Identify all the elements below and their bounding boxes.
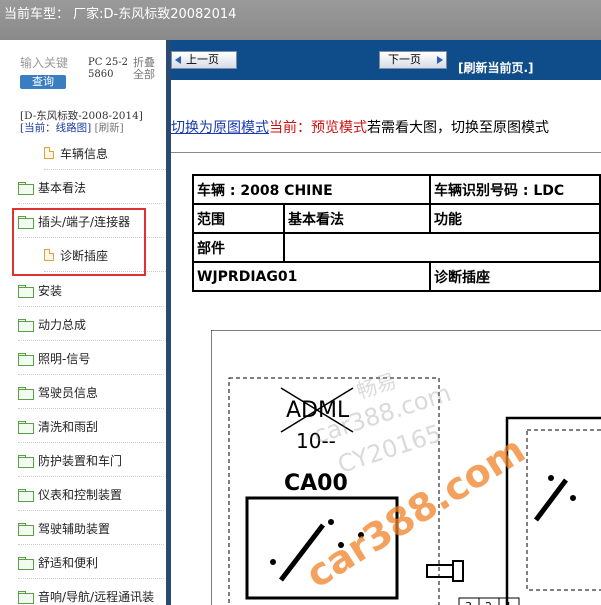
connector-pin bbox=[270, 559, 276, 565]
right-module-box bbox=[505, 416, 601, 605]
tree-current-view[interactable]: [当前：线路图] bbox=[20, 122, 91, 134]
mode-line: 切换为原图模式当前：预览模式若需看大图，切换至原图模式 bbox=[171, 117, 601, 137]
folder-icon bbox=[18, 386, 34, 400]
next-page-button[interactable]: 下一页 bbox=[379, 51, 447, 69]
folder-icon bbox=[18, 420, 34, 434]
connector-pin bbox=[328, 519, 334, 525]
tree-title: [D-东风标致-2008-2014] bbox=[20, 110, 143, 122]
arrow-right-icon bbox=[437, 56, 443, 64]
sub-label: 10-- bbox=[296, 429, 336, 453]
key-head bbox=[452, 560, 464, 582]
function-label-cell: 功能 bbox=[429, 203, 601, 234]
tree-item-label: 照明-信号 bbox=[38, 351, 91, 366]
table-row: 部件 bbox=[192, 232, 601, 263]
part-label-cell: 部件 bbox=[192, 232, 285, 263]
connector-body bbox=[245, 496, 399, 600]
code-name-cell: 诊断插座 bbox=[429, 261, 601, 292]
connector-pin bbox=[570, 495, 576, 501]
prev-page-button[interactable]: 上一页 bbox=[171, 51, 237, 69]
tree-item-label: 车辆信息 bbox=[60, 146, 109, 161]
vin-cell: 车辆识别号码 : LDC bbox=[429, 174, 601, 205]
folder-icon bbox=[18, 454, 34, 468]
search-input[interactable]: 输入关键 bbox=[20, 54, 84, 71]
folder-icon bbox=[18, 318, 34, 332]
connector-pin bbox=[338, 542, 344, 548]
tree-item-audio-nav[interactable]: 音响/导航/远程通讯装 bbox=[18, 586, 164, 605]
part-value-cell bbox=[283, 232, 601, 263]
folder-icon bbox=[18, 590, 34, 604]
tree-item-driving-aids[interactable]: 驾驶辅助装置 bbox=[18, 518, 164, 545]
tree-item-label: 驾驶员信息 bbox=[38, 385, 99, 400]
tree-item-label: 动力总成 bbox=[38, 317, 87, 332]
folder-icon bbox=[18, 556, 34, 570]
code-cell: WJPRDIAG01 bbox=[192, 261, 431, 292]
highlight-box bbox=[12, 208, 146, 276]
sidebar: 输入关键 查询 PC 25-25860 折叠全部 [D-东风标致-2008-20… bbox=[0, 40, 166, 605]
folder-icon bbox=[18, 352, 34, 366]
document-icon bbox=[44, 147, 54, 159]
next-page-label: 下一页 bbox=[388, 53, 421, 66]
info-table: 车辆 : 2008 CHINE 车辆识别号码 : LDC 范围 基本看法 功能 … bbox=[192, 174, 601, 292]
pin-number: 3 bbox=[465, 600, 472, 605]
window-title-bar: 当前车型： 厂家:D-东风标致20082014 bbox=[0, 0, 601, 40]
connector-pin bbox=[548, 475, 554, 481]
folder-icon bbox=[18, 522, 34, 536]
tree-refresh-link[interactable]: [刷新] bbox=[95, 122, 124, 134]
main-content: 上一页 下一页 [刷新当前页.] 切换为原图模式当前：预览模式若需看大图，切换至… bbox=[171, 40, 601, 605]
right-dashed-box bbox=[526, 429, 601, 591]
mode-hint: 若需看大图，切换至原图模式 bbox=[367, 120, 549, 136]
tree-item-label: 基本看法 bbox=[38, 180, 87, 195]
tree-item-lighting[interactable]: 照明-信号 bbox=[18, 348, 164, 375]
tree-item-basic-view[interactable]: 基本看法 bbox=[18, 177, 164, 204]
tree-item-vehicle-info[interactable]: 车辆信息 bbox=[44, 143, 166, 170]
collapse-all-button[interactable]: 折叠全部 bbox=[133, 57, 163, 81]
scope-value-cell: 基本看法 bbox=[283, 203, 431, 234]
table-row: WJPRDIAG01 诊断插座 bbox=[192, 261, 601, 292]
arrow-left-icon bbox=[175, 56, 181, 64]
tree-item-label: 仪表和控制装置 bbox=[38, 487, 123, 502]
prev-page-label: 上一页 bbox=[186, 53, 219, 66]
search-row: 输入关键 查询 PC 25-25860 折叠全部 bbox=[0, 48, 166, 89]
query-button[interactable]: 查询 bbox=[20, 75, 66, 89]
tree-item-label: 防护装置和车门 bbox=[38, 453, 123, 468]
tree-item-protection-doors[interactable]: 防护装置和车门 bbox=[18, 450, 164, 477]
page-toolbar: 上一页 下一页 [刷新当前页.] bbox=[171, 40, 601, 80]
tree-item-installation[interactable]: 安装 bbox=[18, 280, 164, 307]
connector-label: CA00 bbox=[284, 471, 348, 496]
wiring-diagram: ADML 10-- CA00 3 2 1 ~ bbox=[211, 330, 601, 605]
tree-header: [D-东风标致-2008-2014] [当前：线路图] [刷新] bbox=[20, 110, 164, 134]
tree-item-label: 音响/导航/远程通讯装 bbox=[38, 589, 155, 604]
divider bbox=[171, 152, 601, 153]
folder-icon bbox=[18, 488, 34, 502]
folder-icon bbox=[18, 181, 34, 195]
current-mode-label: 当前：预览模式 bbox=[269, 120, 367, 136]
switch-original-mode-link[interactable]: 切换为原图模式 bbox=[171, 120, 269, 136]
scope-label-cell: 范围 bbox=[192, 203, 285, 234]
connector-pin bbox=[358, 532, 364, 538]
connector-blade bbox=[279, 523, 325, 582]
refresh-page-link[interactable]: [刷新当前页.] bbox=[458, 59, 534, 76]
tree-item-label: 清洗和雨刮 bbox=[38, 419, 99, 434]
window-title: 当前车型： 厂家:D-东风标致20082014 bbox=[4, 7, 237, 22]
right-blade bbox=[534, 478, 568, 522]
tree-item-label: 舒适和便利 bbox=[38, 555, 99, 570]
tree-item-powertrain[interactable]: 动力总成 bbox=[18, 314, 164, 341]
folder-icon bbox=[18, 284, 34, 298]
tree-item-instruments[interactable]: 仪表和控制装置 bbox=[18, 484, 164, 511]
tree-item-label: 安装 bbox=[38, 283, 63, 298]
table-row: 车辆 : 2008 CHINE 车辆识别号码 : LDC bbox=[192, 174, 601, 205]
key-icon bbox=[426, 564, 454, 578]
tree-item-label: 驾驶辅助装置 bbox=[38, 521, 111, 536]
tree-item-comfort[interactable]: 舒适和便利 bbox=[18, 552, 164, 579]
table-row: 范围 基本看法 功能 bbox=[192, 203, 601, 234]
tree-item-driver-info[interactable]: 驾驶员信息 bbox=[18, 382, 164, 409]
pc-label: PC 25-25860 bbox=[88, 57, 129, 80]
vehicle-cell: 车辆 : 2008 CHINE bbox=[192, 174, 431, 205]
tree-item-wash-wipe[interactable]: 清洗和雨刮 bbox=[18, 416, 164, 443]
diagram-frame bbox=[211, 330, 601, 605]
pin-number: 2 bbox=[485, 600, 492, 605]
